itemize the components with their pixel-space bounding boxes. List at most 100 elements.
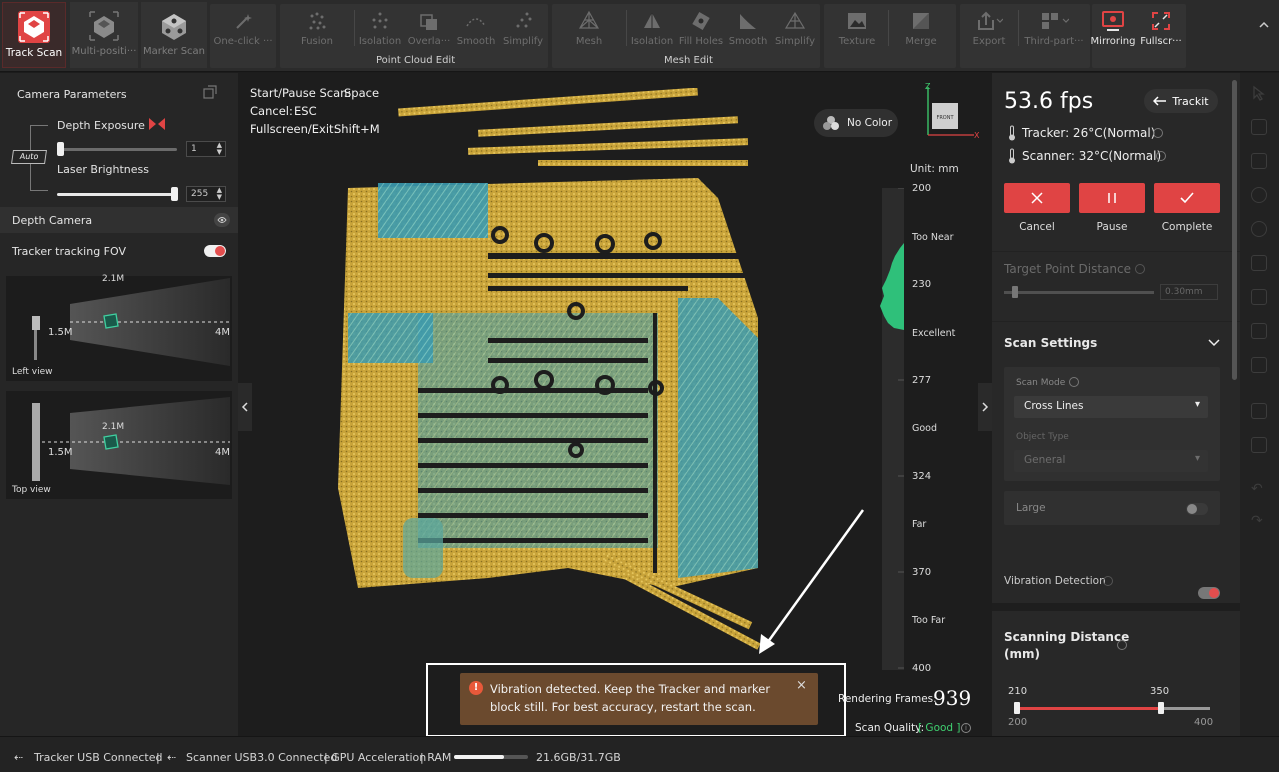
complete-button[interactable] [1154, 183, 1220, 213]
marker-scan-button[interactable]: Marker Scan [141, 2, 207, 68]
point-cloud-render [338, 88, 761, 650]
scan-mode-select[interactable]: Cross Lines [1014, 396, 1208, 418]
redo-icon[interactable]: ↷ [1251, 513, 1263, 529]
tool-strip: ↶ ↷ [1240, 73, 1279, 736]
lasso-icon[interactable] [1251, 153, 1267, 169]
rect-select-icon[interactable] [1251, 119, 1267, 135]
info-icon[interactable]: i [961, 723, 971, 733]
scan-settings-title: Scan Settings [1004, 336, 1098, 350]
invert-icon[interactable] [1251, 403, 1267, 419]
collapse-toolbar-icon[interactable] [1258, 20, 1270, 30]
chevron-down-icon[interactable] [1208, 337, 1220, 347]
one-click-label: One-click ··· [213, 36, 273, 47]
laser-brightness-label: Laser Brightness [57, 163, 149, 176]
circle-select-icon[interactable] [1251, 187, 1267, 203]
merge-button[interactable]: Merge [894, 6, 948, 48]
cancel-button[interactable] [1004, 183, 1070, 213]
fill-holes-icon [690, 6, 712, 32]
target-point-slider[interactable] [1004, 291, 1154, 294]
fill-holes-button[interactable]: Fill Holes [676, 6, 726, 48]
slider-knob[interactable] [171, 187, 178, 201]
tracker-fov-label: Tracker tracking FOV [12, 245, 126, 258]
one-click-button[interactable]: One-click ··· [212, 6, 274, 48]
info-icon[interactable] [1103, 576, 1113, 586]
brush-icon[interactable] [1251, 221, 1267, 237]
multi-position-button[interactable]: Multi-positi··· [70, 2, 138, 68]
no-color-button[interactable]: No Color [814, 109, 898, 137]
depth-exposure-slider[interactable] [57, 142, 177, 156]
cursor-icon[interactable] [1251, 85, 1267, 101]
scan-viewport[interactable]: Start/Pause Scan: Space Cancel: ESC Full… [238, 73, 992, 736]
pc-smooth-button[interactable]: Smooth [454, 6, 498, 48]
eye-icon[interactable] [214, 213, 230, 227]
left-near-distance: 1.5M [48, 327, 73, 338]
clean-icon[interactable] [1251, 437, 1267, 453]
axis-z-label: Z [925, 82, 931, 91]
pc-simplify-button[interactable]: Simplify [500, 6, 546, 48]
track-scan-button[interactable]: Track Scan [2, 2, 66, 68]
rendering-frames-value: 939 [933, 686, 972, 710]
info-icon[interactable] [1153, 128, 1163, 138]
pause-button[interactable] [1079, 183, 1145, 213]
laser-brightness-input[interactable]: 255 ▲ ▼ [186, 186, 226, 202]
tracker-fov-toggle[interactable] [204, 245, 226, 257]
spinner-icon[interactable]: ▲ ▼ [217, 187, 222, 201]
simplify-icon [512, 6, 534, 32]
connected-select-icon[interactable] [1251, 289, 1267, 305]
left-view-label: Left view [12, 367, 53, 377]
scanner-temp: Scanner: 32°C(Normal) [1022, 149, 1162, 163]
vibration-detection-toggle[interactable] [1198, 587, 1220, 599]
info-icon[interactable] [1117, 640, 1127, 650]
collapse-right-button[interactable] [978, 383, 992, 431]
info-icon[interactable] [1156, 151, 1166, 161]
clear-icon[interactable] [1251, 357, 1267, 373]
divider [1018, 10, 1019, 46]
texture-button[interactable]: Texture [830, 6, 884, 48]
large-toggle[interactable] [1186, 503, 1208, 515]
mesh-isolation-button[interactable]: Isolation [628, 6, 676, 48]
delete-icon[interactable] [1251, 323, 1267, 339]
target-point-input[interactable]: 0.30mm [1160, 284, 1218, 300]
depth-exposure-input[interactable]: 1 ▲ ▼ [186, 141, 226, 157]
auto-toggle-button[interactable]: Auto [11, 150, 47, 164]
spinner-icon[interactable]: ▲ ▼ [217, 142, 222, 156]
shortcut-cancel-key: ESC [294, 104, 317, 118]
multi-position-icon [87, 8, 121, 44]
vibration-detection-label: Vibration Detection [1004, 575, 1106, 587]
slider-range-fill [1016, 707, 1162, 710]
depth-camera-row[interactable]: Depth Camera [0, 207, 238, 233]
trackit-label: Trackit [1172, 94, 1209, 108]
close-icon[interactable]: × [796, 678, 807, 693]
fullscreen-button[interactable]: Fullscr··· [1138, 6, 1184, 48]
slider-knob-high[interactable] [1158, 702, 1164, 714]
fusion-button[interactable]: Fusion [290, 6, 344, 48]
collapse-left-button[interactable] [238, 383, 252, 431]
third-party-button[interactable]: Third-part··· [1022, 6, 1086, 48]
mesh-smooth-button[interactable]: Smooth [726, 6, 770, 48]
undo-icon[interactable]: ↶ [1251, 481, 1263, 497]
slider-knob[interactable] [57, 142, 64, 156]
back-arrow-icon [1153, 96, 1167, 106]
mesh-button[interactable]: Mesh [562, 6, 616, 48]
laser-brightness-slider[interactable] [57, 187, 178, 201]
export-button[interactable]: Export [964, 6, 1014, 48]
info-icon[interactable] [1135, 264, 1145, 274]
slider-knob[interactable] [1012, 286, 1018, 298]
dist-high-label: 350 [1150, 686, 1170, 697]
pc-isolation-button[interactable]: Isolation [356, 6, 404, 48]
object-type-value: General [1024, 454, 1066, 466]
overlap-button[interactable]: Overla··· [406, 6, 452, 48]
left-view-panel: 2.1M 1.5M 4M Left view [6, 274, 232, 381]
third-party-icon [1039, 6, 1069, 32]
mirroring-button[interactable]: Mirroring [1090, 6, 1136, 48]
trackit-button[interactable]: Trackit [1144, 89, 1218, 113]
mesh-simplify-button[interactable]: Simplify [772, 6, 818, 48]
popout-icon[interactable] [203, 85, 217, 99]
view-cube[interactable]: FRONT Z X [918, 81, 982, 147]
object-type-select[interactable]: General [1014, 450, 1208, 472]
right-panel-scrollbar[interactable] [1232, 80, 1237, 380]
slider-knob-low[interactable] [1014, 702, 1020, 714]
info-icon[interactable] [1069, 377, 1079, 387]
plane-cut-icon[interactable] [1251, 255, 1267, 271]
x-icon [1031, 192, 1043, 204]
